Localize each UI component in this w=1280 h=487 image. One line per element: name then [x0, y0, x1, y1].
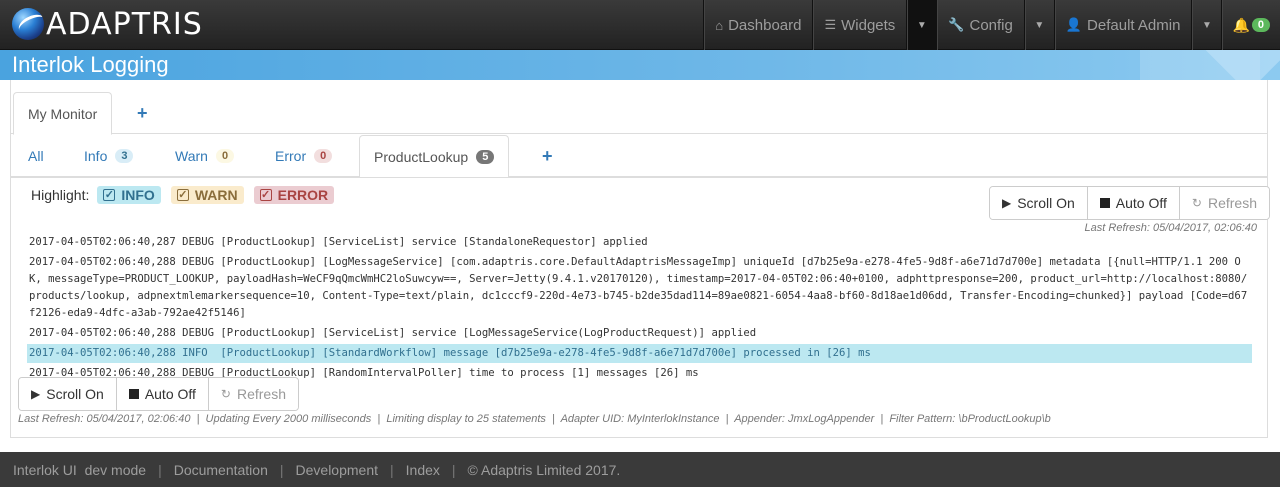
- status-bar: Last Refresh: 05/04/2017, 02:06:40 | Upd…: [18, 413, 1051, 425]
- nav-notifications[interactable]: 🔔 0: [1221, 0, 1280, 50]
- error-count-badge: 0: [314, 149, 333, 163]
- auto-off-button[interactable]: Auto Off: [116, 378, 209, 410]
- plus-icon: +: [137, 102, 148, 123]
- logo-text: ADAPTRIS: [46, 6, 203, 42]
- scroll-on-label: Scroll On: [46, 386, 104, 402]
- top-controls: ▶ Scroll On Auto Off ↻ Refresh: [988, 186, 1270, 220]
- list-icon: ☰: [824, 17, 837, 32]
- nav-user[interactable]: 👤 Default Admin: [1053, 0, 1192, 50]
- highlight-error-label: ERROR: [277, 187, 329, 203]
- bottom-controls: ▶ Scroll On Auto Off ↻ Refresh: [18, 377, 300, 411]
- log-line: 2017-04-05T02:06:40,288 DEBUG [ProductLo…: [29, 256, 1248, 319]
- plus-icon: +: [542, 145, 553, 166]
- footer-link-documentation[interactable]: Documentation: [174, 462, 268, 478]
- adaptris-logo[interactable]: ADAPTRIS: [12, 6, 203, 42]
- notifications-badge: 0: [1251, 18, 1270, 32]
- highlight-info-toggle[interactable]: ✓ INFO: [97, 186, 161, 204]
- checkbox-checked-icon: ✓: [176, 188, 189, 201]
- play-icon: ▶: [1001, 196, 1012, 210]
- page-banner: Interlok Logging: [0, 50, 1280, 80]
- caret-down-icon: ▼: [1034, 19, 1045, 31]
- highlight-info-label: INFO: [121, 187, 155, 203]
- auto-off-button[interactable]: Auto Off: [1087, 187, 1180, 219]
- tab-all-label: All: [28, 148, 44, 164]
- tab-error[interactable]: Error 0: [261, 135, 346, 177]
- caret-down-icon: ▼: [1201, 19, 1212, 31]
- info-count-badge: 3: [115, 149, 134, 163]
- scroll-on-label: Scroll On: [1017, 195, 1075, 211]
- footer-product: Interlok UI dev mode: [13, 461, 147, 478]
- nav-widgets-label: Widgets: [841, 16, 896, 34]
- refresh-icon: ↻: [1191, 196, 1202, 210]
- footer-link-development[interactable]: Development: [296, 462, 379, 478]
- auto-off-label: Auto Off: [1115, 195, 1167, 211]
- highlight-label: Highlight:: [31, 187, 90, 203]
- user-icon: 👤: [1065, 17, 1083, 32]
- log-line: 2017-04-05T02:06:40,288 DEBUG [ProductLo…: [29, 327, 757, 339]
- footer-separator: |: [279, 461, 284, 478]
- refresh-label: Refresh: [236, 386, 287, 402]
- widgets-dropdown-toggle[interactable]: ▼: [906, 0, 937, 50]
- highlight-warn-label: WARN: [194, 187, 238, 203]
- nav-dashboard[interactable]: ⌂ Dashboard: [703, 0, 812, 50]
- page-title: Interlok Logging: [12, 52, 169, 77]
- nav-right: ⌂ Dashboard ☰ Widgets ▼ 🔧 Config ▼ 👤 Def…: [703, 0, 1280, 50]
- warn-count-badge: 0: [215, 149, 235, 163]
- page-footer: Interlok UI dev mode | Documentation | D…: [0, 452, 1280, 487]
- footer-copyright: © Adaptris Limited 2017.: [467, 461, 621, 478]
- tab-my-monitor[interactable]: My Monitor: [13, 92, 113, 135]
- wrench-icon: 🔧: [948, 17, 965, 32]
- nav-config-label: Config: [969, 16, 1013, 34]
- checkbox-checked-icon: ✓: [103, 188, 116, 201]
- tab-productlookup-label: ProductLookup: [374, 148, 469, 165]
- footer-separator: |: [158, 461, 162, 478]
- footer-separator: |: [390, 461, 394, 478]
- tab-productlookup[interactable]: ProductLookup 5: [359, 135, 510, 178]
- footer-separator: |: [451, 461, 456, 478]
- play-icon: ▶: [31, 387, 41, 401]
- scroll-on-button[interactable]: ▶ Scroll On: [989, 187, 1088, 219]
- refresh-icon: ↻: [220, 387, 231, 401]
- tab-all[interactable]: All: [14, 135, 58, 177]
- footer-link-index[interactable]: Index: [406, 462, 440, 478]
- refresh-label: Refresh: [1207, 195, 1257, 211]
- log-line-info: 2017-04-05T02:06:40,288 INFO [ProductLoo…: [27, 344, 1252, 363]
- tab-warn-label: Warn: [175, 148, 208, 164]
- log-viewer: Highlight: ✓ INFO ✓ WARN ✓ ERROR ▶ Scrol…: [11, 177, 1270, 437]
- checkbox-checked-icon: ✓: [259, 188, 272, 201]
- stop-icon: [1099, 198, 1110, 208]
- monitor-tabs: My Monitor +: [11, 92, 1267, 135]
- nav-config[interactable]: 🔧 Config: [936, 0, 1024, 50]
- stop-icon: [128, 389, 139, 399]
- refresh-button[interactable]: ↻ Refresh: [1179, 187, 1269, 219]
- logging-panel: My Monitor + All Info 3 Warn 0 Error 0 P…: [10, 80, 1270, 438]
- log-line: 2017-04-05T02:06:40,287 DEBUG [ProductLo…: [29, 236, 648, 248]
- highlight-warn-toggle[interactable]: ✓ WARN: [170, 186, 244, 204]
- tab-my-monitor-label: My Monitor: [28, 105, 98, 122]
- caret-down-icon: ▼: [916, 19, 927, 31]
- level-tabs: All Info 3 Warn 0 Error 0 ProductLookup …: [11, 135, 1267, 178]
- config-dropdown-toggle[interactable]: ▼: [1023, 0, 1054, 50]
- nav-user-label: Default Admin: [1087, 16, 1181, 34]
- highlight-error-toggle[interactable]: ✓ ERROR: [253, 186, 335, 204]
- bell-icon: 🔔: [1232, 16, 1250, 33]
- logo-globe-icon: [12, 8, 44, 40]
- top-navbar: ADAPTRIS ⌂ Dashboard ☰ Widgets ▼ 🔧 Confi…: [0, 0, 1280, 50]
- user-dropdown-toggle[interactable]: ▼: [1191, 0, 1221, 50]
- nav-widgets[interactable]: ☰ Widgets: [812, 0, 906, 50]
- nav-dashboard-label: Dashboard: [728, 16, 802, 34]
- tab-info-label: Info: [84, 148, 108, 164]
- scroll-on-button[interactable]: ▶ Scroll On: [19, 378, 117, 410]
- refresh-button[interactable]: ↻ Refresh: [208, 378, 299, 410]
- productlookup-count-badge: 5: [476, 149, 495, 164]
- tab-warn[interactable]: Warn 0: [161, 135, 248, 177]
- log-output: 2017-04-05T02:06:40,287 DEBUG [ProductLo…: [27, 233, 1252, 383]
- auto-off-label: Auto Off: [144, 386, 196, 402]
- tab-info[interactable]: Info 3: [70, 135, 147, 177]
- add-filter-tab-button[interactable]: +: [528, 135, 567, 177]
- tab-error-label: Error: [275, 148, 307, 164]
- home-icon: ⌂: [715, 17, 724, 33]
- highlight-bar: Highlight: ✓ INFO ✓ WARN ✓ ERROR: [31, 186, 335, 204]
- add-monitor-tab-button[interactable]: +: [123, 92, 162, 134]
